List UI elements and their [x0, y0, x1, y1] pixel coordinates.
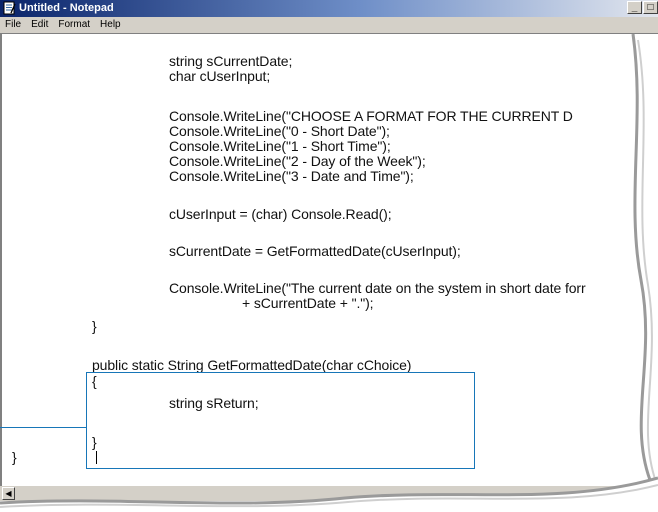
- code-line: }: [92, 318, 97, 334]
- notepad-window: Untitled - Notepad _ □ File Edit Format …: [0, 0, 658, 512]
- code-line: Console.WriteLine("CHOOSE A FORMAT FOR T…: [169, 108, 573, 124]
- code-line: + sCurrentDate + ".");: [242, 295, 374, 311]
- code-line: }: [12, 449, 17, 465]
- code-line: sCurrentDate = GetFormattedDate(cUserInp…: [169, 243, 461, 259]
- code-line: Console.WriteLine("3 - Date and Time");: [169, 168, 414, 184]
- callout-line: [0, 427, 86, 428]
- code-line: Console.WriteLine("The current date on t…: [169, 280, 586, 296]
- text-cursor: [96, 451, 97, 464]
- notepad-icon: [3, 1, 16, 15]
- menu-edit[interactable]: Edit: [26, 17, 53, 33]
- code-line: char cUserInput;: [169, 68, 271, 84]
- scroll-left-button[interactable]: ◀: [2, 487, 15, 500]
- code-line: cUserInput = (char) Console.Read();: [169, 206, 392, 222]
- title-bar[interactable]: Untitled - Notepad _ □: [0, 0, 658, 17]
- code-line: Console.WriteLine("0 - Short Date");: [169, 123, 390, 139]
- minimize-button[interactable]: _: [627, 1, 642, 14]
- code-line: Console.WriteLine("1 - Short Time");: [169, 138, 391, 154]
- menu-bar: File Edit Format Help: [0, 17, 658, 34]
- menu-help[interactable]: Help: [95, 17, 126, 33]
- menu-file[interactable]: File: [0, 17, 26, 33]
- window-title: Untitled - Notepad: [19, 2, 114, 14]
- code-line: string sCurrentDate;: [169, 53, 293, 69]
- menu-format[interactable]: Format: [53, 17, 95, 33]
- code-line: public static String GetFormattedDate(ch…: [92, 357, 412, 373]
- horizontal-scrollbar[interactable]: ◀: [0, 486, 658, 501]
- window-controls: _ □: [626, 1, 658, 16]
- maximize-button[interactable]: □: [643, 1, 658, 14]
- highlight-box: [86, 372, 475, 469]
- code-line: Console.WriteLine("2 - Day of the Week")…: [169, 153, 426, 169]
